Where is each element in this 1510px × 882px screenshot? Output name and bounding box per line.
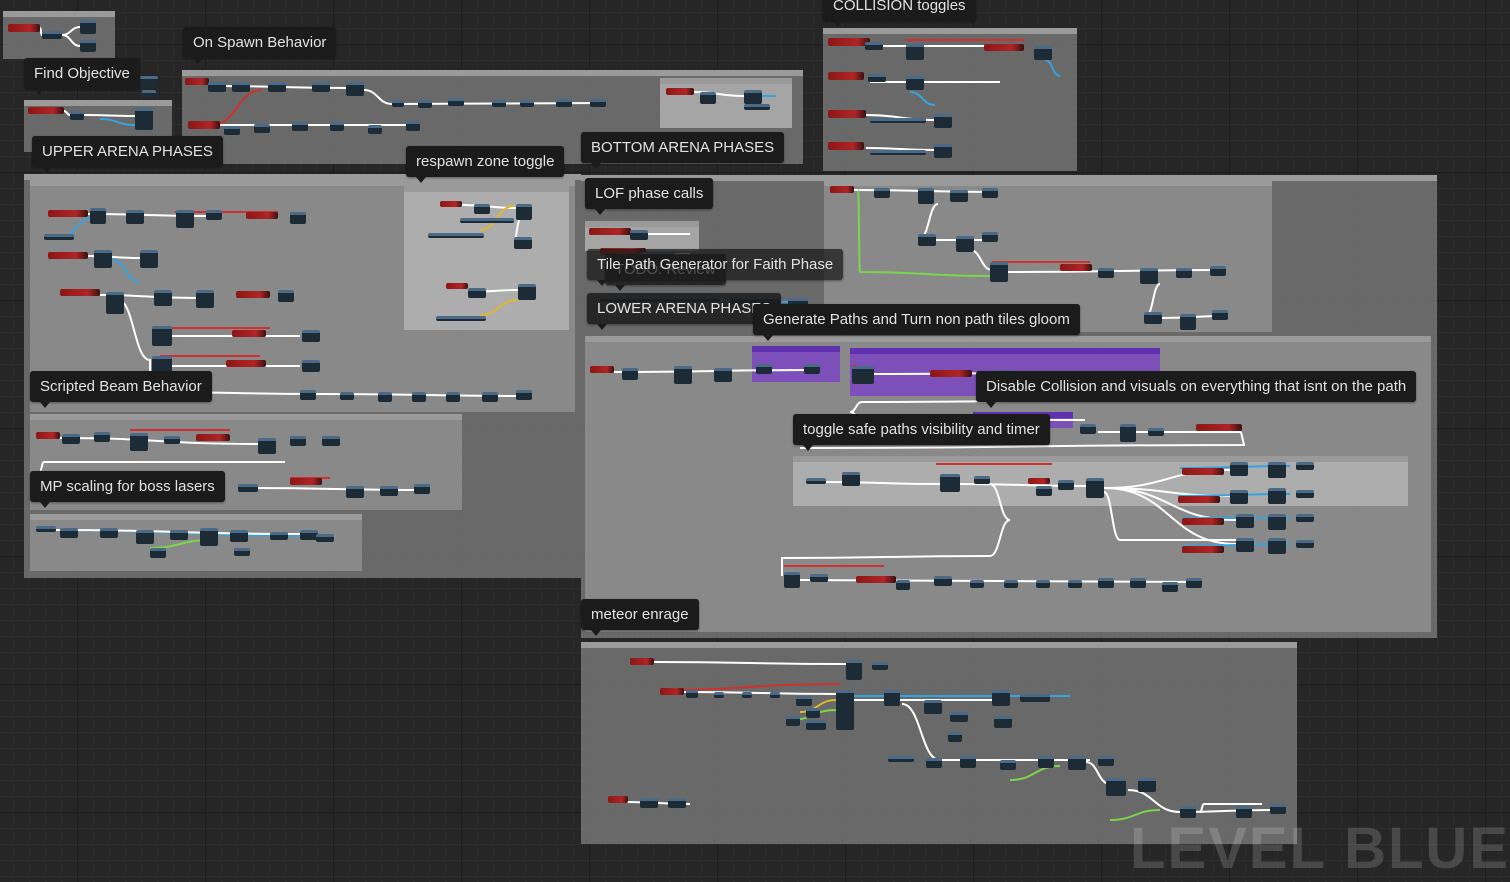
comment-box-meteor-enrage[interactable] [581,642,1297,844]
comment-bubble-on-spawn-behavior[interactable]: On Spawn Behavior [183,27,337,64]
function-node[interactable] [142,90,156,98]
comment-box-top-left[interactable] [3,11,115,59]
comment-box-respawn-zone[interactable] [404,186,569,330]
comment-bubble-bottom-arena-phases[interactable]: BOTTOM ARENA PHASES [581,132,785,169]
comment-box-on-spawn-inner[interactable] [660,78,792,128]
comment-bubble-collision-toggles[interactable]: COLLISION toggles [823,0,976,27]
comment-box-lof-phase[interactable] [585,221,699,251]
function-node[interactable] [140,76,158,88]
comment-box-collision[interactable] [823,28,1077,171]
comment-bubble-generate-paths[interactable]: Generate Paths and Turn non path tiles g… [753,304,1080,341]
comment-bubble-lof-phase-calls[interactable]: LOF phase calls [585,178,714,215]
comment-bubble-scripted-beam-behavior[interactable]: Scripted Beam Behavior [30,371,212,408]
comment-bubble-mp-scaling[interactable]: MP scaling for boss lasers [30,471,225,508]
comment-bubble-upper-arena-phases[interactable]: UPPER ARENA PHASES [32,136,223,173]
purple-comment-generate-paths[interactable] [752,346,840,382]
comment-bubble-disable-collision[interactable]: Disable Collision and visuals on everyth… [976,371,1417,408]
comment-bubble-meteor-enrage[interactable]: meteor enrage [581,599,699,636]
comment-bubble-toggle-safe-paths[interactable]: toggle safe paths visibility and timer [793,414,1050,451]
level-blueprint-watermark: LEVEL BLUE [1130,816,1510,881]
comment-box-toggle-safe-paths[interactable] [793,456,1408,506]
blueprint-graph-canvas[interactable]: COLLISION toggles On Spawn Behavior Find… [0,0,1510,881]
comment-box-mp-scaling[interactable] [30,514,362,571]
comment-bubble-tile-path-generator[interactable]: Tile Path Generator for Faith Phase [587,249,844,286]
comment-bubble-respawn-zone-toggle[interactable]: respawn zone toggle [406,146,565,183]
comment-bubble-find-objective[interactable]: Find Objective [24,58,140,95]
